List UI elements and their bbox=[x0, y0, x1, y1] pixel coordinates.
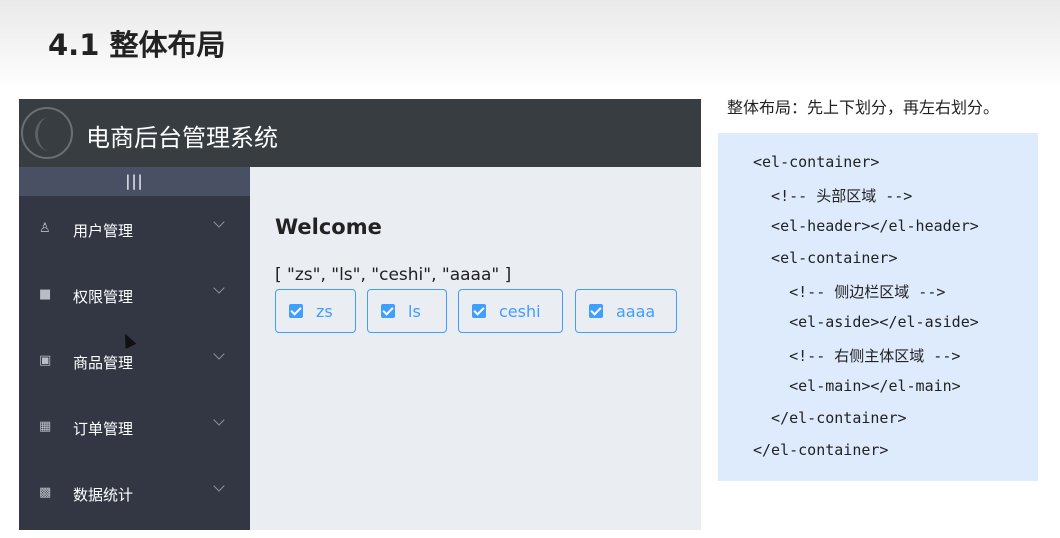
sidebar-item-data-statistics[interactable]: ▩ 数据统计 bbox=[19, 460, 250, 526]
code-line: </el-container> bbox=[753, 441, 889, 459]
code-line: </el-container> bbox=[753, 409, 907, 427]
code-line: <!-- 侧边栏区域 --> bbox=[753, 283, 946, 301]
sidebar-item-label: 数据统计 bbox=[73, 486, 134, 504]
checkbox-label: aaaa bbox=[616, 302, 656, 321]
checkbox-checked-icon bbox=[589, 304, 603, 318]
sidebar-item-permission-management[interactable]: ■ 权限管理 bbox=[19, 262, 250, 328]
sidebar-item-label: 商品管理 bbox=[73, 354, 134, 372]
code-line: <el-main></el-main> bbox=[753, 377, 961, 395]
code-block: <el-container> <!-- 头部区域 --> <el-header>… bbox=[718, 133, 1038, 481]
sidebar-toggle-button[interactable]: ||| bbox=[19, 167, 250, 196]
chevron-down-icon bbox=[213, 414, 225, 426]
bag-icon: ▣ bbox=[39, 353, 52, 368]
code-line: <el-container> bbox=[753, 249, 898, 267]
chevron-down-icon bbox=[213, 480, 225, 492]
sidebar-item-label: 订单管理 bbox=[73, 420, 134, 438]
app-header: 电商后台管理系统 bbox=[19, 99, 701, 167]
sidebar-item-order-management[interactable]: ▦ 订单管理 bbox=[19, 394, 250, 460]
sidebar-item-user-management[interactable]: ♙ 用户管理 bbox=[19, 196, 250, 262]
chart-icon: ▩ bbox=[39, 485, 52, 500]
logo-icon bbox=[21, 107, 73, 159]
checkbox-ceshi[interactable]: ceshi bbox=[458, 289, 563, 333]
user-icon: ♙ bbox=[39, 221, 51, 236]
code-line: <el-container> bbox=[753, 153, 880, 171]
checkbox-checked-icon bbox=[381, 304, 395, 318]
sidebar-item-product-management[interactable]: ▣ 商品管理 bbox=[19, 328, 250, 394]
chevron-down-icon bbox=[213, 216, 225, 228]
sidebar: ||| ♙ 用户管理 ■ 权限管理 ▣ 商品管理 ▦ 订单管理 ▩ 数据统计 bbox=[19, 167, 250, 530]
chevron-down-icon bbox=[213, 282, 225, 294]
checkbox-ls[interactable]: ls bbox=[367, 289, 447, 333]
array-text: [ "zs", "ls", "ceshi", "aaaa" ] bbox=[275, 265, 512, 285]
welcome-heading: Welcome bbox=[275, 215, 382, 239]
chevron-down-icon bbox=[213, 348, 225, 360]
slide-title: 4.1 整体布局 bbox=[48, 28, 226, 62]
checkbox-zs[interactable]: zs bbox=[275, 289, 356, 333]
sidebar-item-label: 权限管理 bbox=[73, 288, 134, 306]
main-content: Welcome [ "zs", "ls", "ceshi", "aaaa" ] … bbox=[250, 167, 701, 530]
code-line: <!-- 头部区域 --> bbox=[753, 187, 913, 205]
clipboard-icon: ▦ bbox=[39, 419, 52, 434]
layout-description: 整体布局：先上下划分，再左右划分。 bbox=[727, 98, 1000, 117]
checkbox-checked-icon bbox=[289, 304, 303, 318]
checkbox-aaaa[interactable]: aaaa bbox=[575, 289, 677, 333]
code-line: <el-aside></el-aside> bbox=[753, 313, 979, 331]
app-window: 电商后台管理系统 ||| ♙ 用户管理 ■ 权限管理 ▣ 商品管理 ▦ 订单管理… bbox=[19, 99, 701, 530]
checkbox-label: zs bbox=[316, 302, 333, 321]
checkbox-label: ceshi bbox=[499, 302, 541, 321]
code-line: <!-- 右侧主体区域 --> bbox=[753, 347, 961, 365]
sidebar-item-label: 用户管理 bbox=[73, 222, 134, 240]
code-line: <el-header></el-header> bbox=[753, 217, 979, 235]
checkbox-label: ls bbox=[408, 302, 421, 321]
app-title: 电商后台管理系统 bbox=[86, 124, 278, 152]
cube-icon: ■ bbox=[39, 287, 52, 302]
checkbox-checked-icon bbox=[472, 304, 486, 318]
